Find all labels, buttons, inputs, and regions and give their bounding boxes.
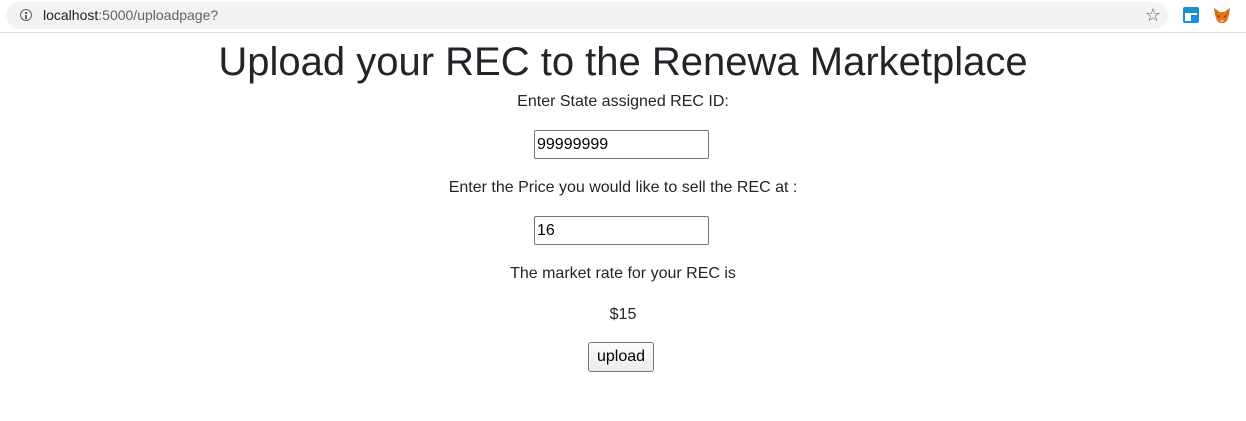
rec-id-label: Enter State assigned REC ID: [517,93,729,110]
url-host: localhost [43,7,99,23]
price-label: Enter the Price you would like to sell t… [448,179,798,196]
info-icon[interactable] [20,9,32,21]
metamask-fox-icon[interactable] [1213,6,1231,24]
extension-icon[interactable] [1183,7,1199,23]
page-title: Upload your REC to the Renewa Marketplac… [218,40,1028,84]
url-text[interactable]: localhost:5000/uploadpage? [43,7,218,24]
market-rate-value: $15 [609,306,637,323]
upload-button[interactable]: upload [588,342,654,372]
address-bar[interactable]: localhost:5000/uploadpage? ☆ [6,2,1168,29]
url-path: :5000/uploadpage? [98,7,219,23]
market-rate-label: The market rate for your REC is [510,265,736,282]
browser-toolbar: localhost:5000/uploadpage? ☆ [0,0,1246,33]
rec-id-input[interactable] [534,130,709,159]
price-input[interactable] [534,216,709,245]
bookmark-star-icon[interactable]: ☆ [1143,5,1163,25]
